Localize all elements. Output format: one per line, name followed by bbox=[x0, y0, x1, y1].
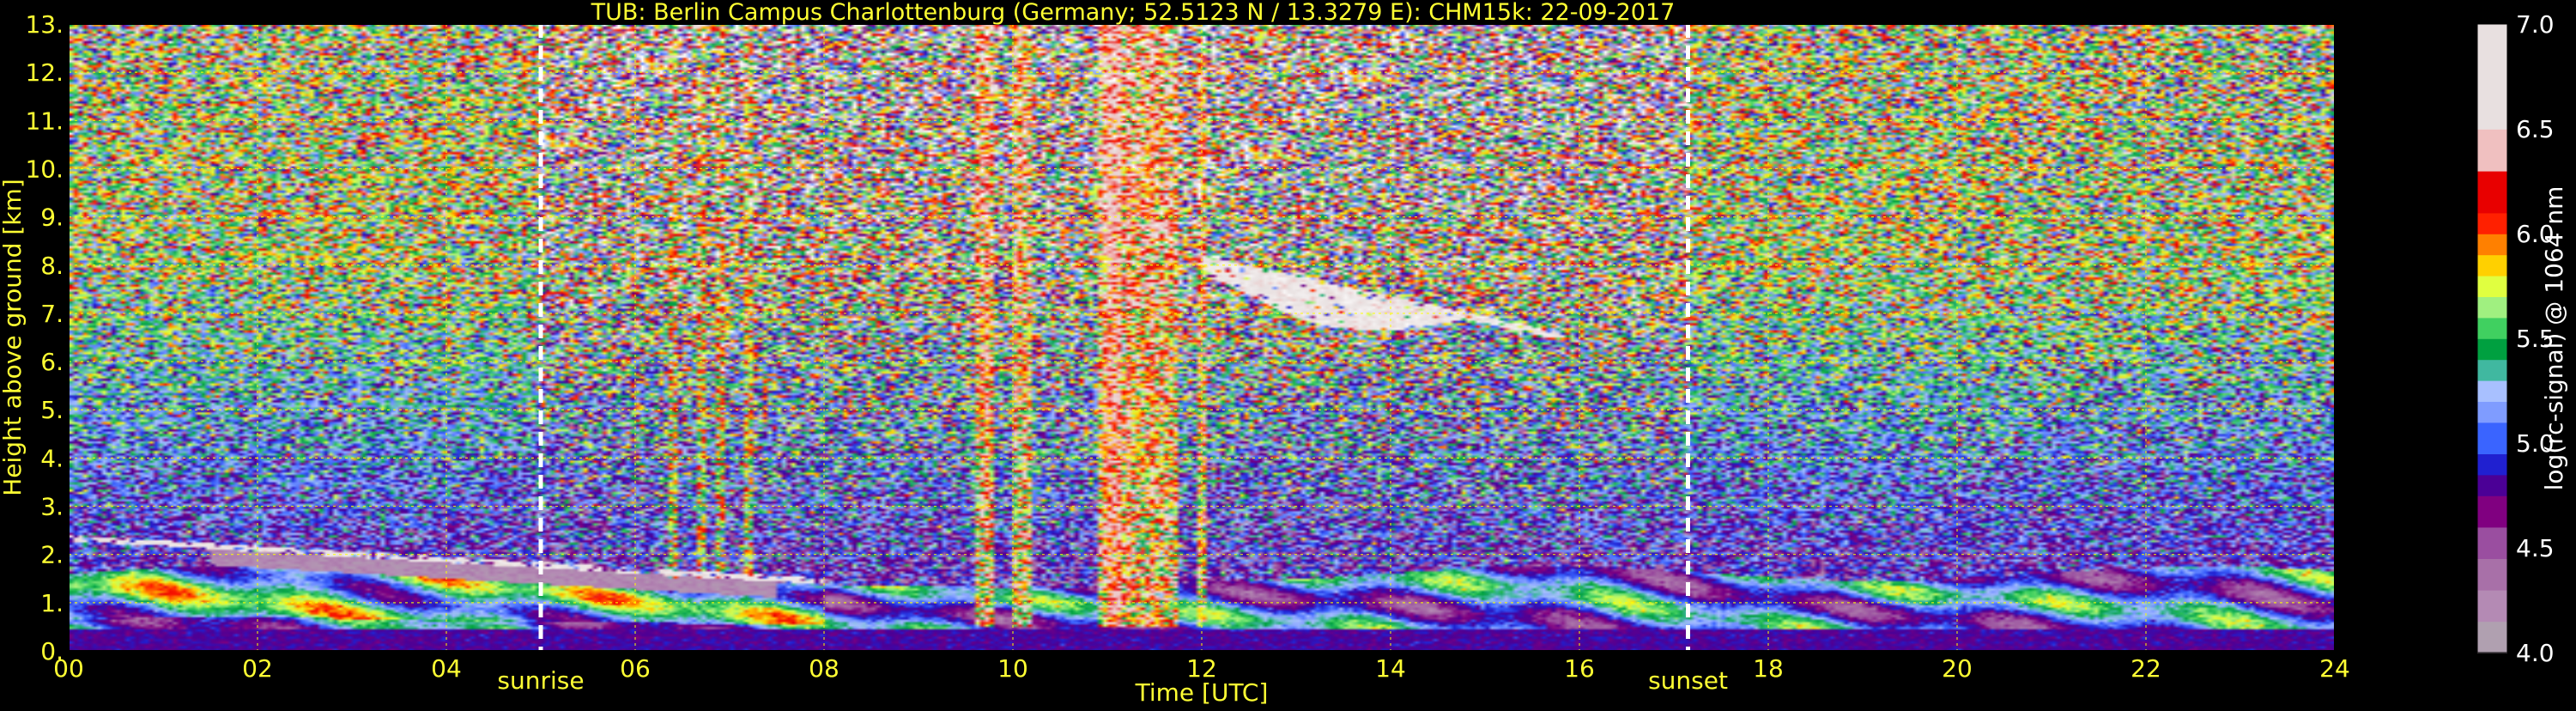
x-tick-label: 16 bbox=[1564, 654, 1595, 683]
colorbar-segment bbox=[2477, 526, 2507, 559]
y-tick-label: 9. bbox=[40, 204, 64, 232]
y-tick-label: 5. bbox=[40, 396, 64, 424]
colorbar-tick-label: 6.5 bbox=[2516, 115, 2555, 143]
colorbar-segment bbox=[2477, 170, 2507, 214]
x-axis-label: Time [UTC] bbox=[1135, 678, 1269, 707]
y-tick-label: 8. bbox=[40, 252, 64, 280]
colorbar-segment bbox=[2477, 24, 2507, 130]
colorbar-segment bbox=[2477, 589, 2507, 623]
x-tick-label: 10 bbox=[997, 654, 1028, 683]
colorbar-segment bbox=[2477, 401, 2507, 423]
colorbar-segment bbox=[2477, 317, 2507, 339]
colorbar-tick-label: 7.0 bbox=[2516, 10, 2555, 39]
x-tick-label: 08 bbox=[809, 654, 839, 683]
y-tick-label: 10. bbox=[25, 155, 64, 183]
colorbar-segment bbox=[2477, 474, 2507, 496]
colorbar-segment bbox=[2477, 129, 2507, 172]
sunset-label: sunset bbox=[1648, 666, 1728, 695]
y-axis-label: Height above ground [km] bbox=[0, 179, 27, 496]
colorbar-segment bbox=[2477, 254, 2507, 276]
colorbar-segment bbox=[2477, 359, 2507, 381]
x-tick-label: 02 bbox=[242, 654, 273, 683]
colorbar-segment bbox=[2477, 338, 2507, 361]
sunrise-label: sunrise bbox=[497, 666, 584, 695]
colorbar-tick-label: 4.5 bbox=[2516, 534, 2555, 562]
colorbar-segment bbox=[2477, 380, 2507, 402]
y-tick-label: 13. bbox=[25, 10, 64, 39]
y-tick-label: 0. bbox=[40, 637, 64, 665]
y-tick-label: 1. bbox=[40, 589, 64, 617]
x-tick-label: 20 bbox=[1942, 654, 1973, 683]
y-tick-labels: 0. 1. 2. 3. 4. 5. 6. 7. 8. 9. 10. 11. 12. 13. bbox=[25, 10, 64, 665]
y-tick-label: 6. bbox=[40, 348, 64, 376]
y-tick-label: 12. bbox=[25, 58, 64, 87]
x-tick-label: 04 bbox=[431, 654, 462, 683]
annotations: sunrise sunset bbox=[497, 666, 1728, 695]
ceilometer-chart: 00 02 04 06 08 10 12 14 16 18 20 22 24 0.1.2.3.4.5.6… bbox=[0, 0, 2568, 707]
y-tick-label: 4. bbox=[40, 444, 64, 472]
colorbar-label: log(rc-signal) @ 1064 nm bbox=[2540, 186, 2568, 491]
x-tick-label: 22 bbox=[2131, 654, 2161, 683]
colorbar-segment bbox=[2477, 621, 2507, 653]
x-tick-label: 06 bbox=[620, 654, 651, 683]
colorbar-segment bbox=[2477, 558, 2507, 591]
chart-title: TUB: Berlin Campus Charlottenburg (Germa… bbox=[591, 0, 1676, 26]
colorbar-tick-label: 4.0 bbox=[2516, 639, 2555, 667]
colorbar-segment bbox=[2477, 453, 2507, 476]
y-tick-label: 7. bbox=[40, 300, 64, 328]
colorbar-segment bbox=[2477, 275, 2507, 297]
x-tick-label: 14 bbox=[1375, 654, 1406, 683]
ceilometer-figure: 00 02 04 06 08 10 12 14 16 18 20 22 24 0. 1. 2. 3. 4. 5. 6… bbox=[0, 0, 2576, 708]
x-tick-label: 18 bbox=[1753, 654, 1784, 683]
colorbar-segment bbox=[2477, 234, 2507, 256]
colorbar-segment bbox=[2477, 212, 2507, 234]
y-tick-label: 11. bbox=[25, 106, 64, 135]
colorbar-segment bbox=[2477, 296, 2507, 319]
y-tick-label: 2. bbox=[40, 541, 64, 569]
y-tick-label: 3. bbox=[40, 493, 64, 521]
colorbar-segment bbox=[2477, 422, 2507, 454]
x-tick-label: 24 bbox=[2319, 654, 2350, 683]
colorbar-segment bbox=[2477, 495, 2507, 528]
